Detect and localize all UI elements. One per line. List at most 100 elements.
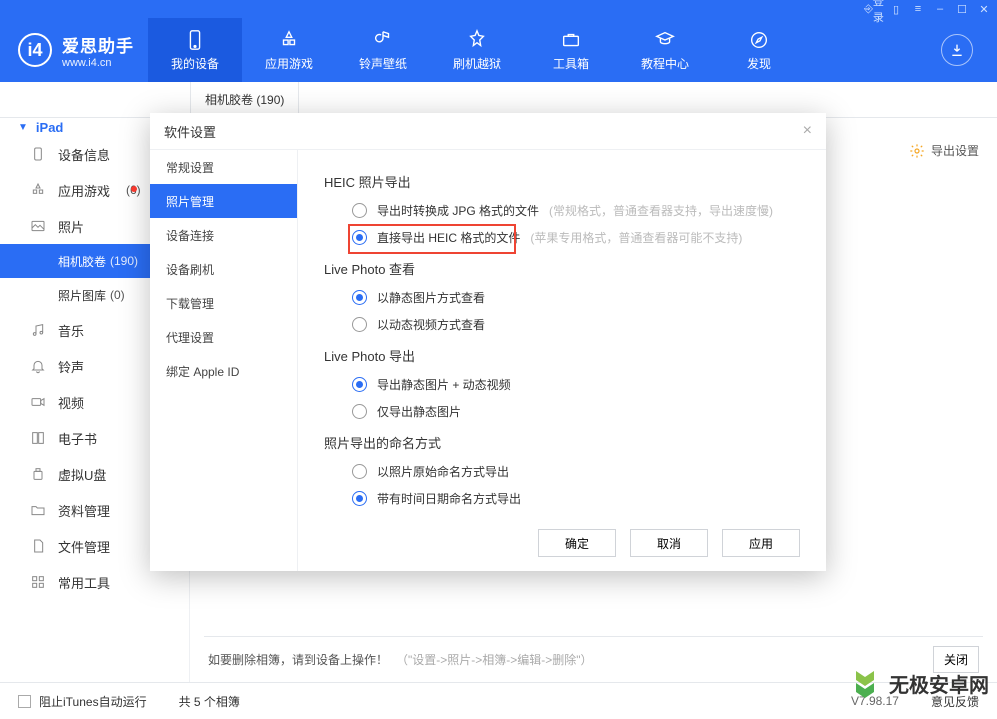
close-window-icon[interactable]: ✕ — [977, 2, 991, 16]
sidebar-item-label: 常用工具 — [58, 573, 110, 592]
option-label: 带有时间日期命名方式导出 — [377, 490, 521, 507]
tab-camera-roll[interactable]: 相机胶卷 (190) — [190, 82, 299, 117]
sidebar-item-label: 视频 — [58, 393, 84, 412]
option-liveexport-both[interactable]: 导出静态图片 + 动态视频 — [324, 371, 800, 398]
nav-device[interactable]: 我的设备 — [148, 18, 242, 82]
album-count: 共 5 个相簿 — [179, 693, 240, 710]
bell-icon — [30, 358, 46, 374]
notification-dot-icon — [131, 186, 137, 192]
modal-sidebar: 常规设置 照片管理 设备连接 设备刷机 下载管理 代理设置 绑定 Apple I… — [150, 150, 298, 571]
login-link[interactable]: ⎆ 登录 — [867, 2, 881, 16]
flash-icon — [466, 29, 488, 51]
cancel-button[interactable]: 取消 — [630, 529, 708, 557]
nav-tutorial[interactable]: 教程中心 — [618, 18, 712, 82]
option-heic-jpg[interactable]: 导出时转换成 JPG 格式的文件 (常规格式，普通查看器支持，导出速度慢) — [324, 197, 800, 224]
nav-label: 教程中心 — [641, 55, 689, 72]
nav-apps[interactable]: 应用游戏 — [242, 18, 336, 82]
export-settings-button[interactable]: 导出设置 — [909, 142, 979, 159]
radio-icon — [352, 464, 367, 479]
radio-icon — [352, 317, 367, 332]
hint-close-button[interactable]: 关闭 — [933, 646, 979, 673]
block-itunes-checkbox[interactable] — [18, 695, 31, 708]
tools-icon — [560, 29, 582, 51]
sidebar-item-label: 设备信息 — [58, 145, 110, 164]
grid-icon — [30, 574, 46, 590]
option-label: 导出时转换成 JPG 格式的文件 — [377, 202, 539, 219]
modal-side-devflash[interactable]: 设备刷机 — [150, 252, 297, 286]
app-header: i4 爱思助手 www.i4.cn 我的设备 应用游戏 铃声壁纸 刷机越狱 工具… — [0, 18, 997, 82]
option-heic-direct[interactable]: 直接导出 HEIC 格式的文件 (苹果专用格式，普通查看器可能不支持) — [324, 224, 800, 251]
nav-ring[interactable]: 铃声壁纸 — [336, 18, 430, 82]
version-label: V7.98.17 — [851, 694, 899, 708]
nav-label: 铃声壁纸 — [359, 55, 407, 72]
minimize-icon[interactable]: – — [933, 2, 947, 16]
info-icon — [30, 146, 46, 162]
download-button[interactable] — [941, 34, 973, 66]
modal-actions: 确定 取消 应用 — [324, 519, 800, 557]
nav-tools[interactable]: 工具箱 — [524, 18, 618, 82]
skin-icon[interactable]: ▯ — [889, 2, 903, 16]
sidebar-item-label: 资料管理 — [58, 501, 110, 520]
sidebar-item-label: 照片 — [58, 217, 84, 236]
modal-close-button[interactable]: × — [803, 122, 812, 140]
option-label: 以动态视频方式查看 — [377, 316, 485, 333]
option-naming-datetime[interactable]: 带有时间日期命名方式导出 — [324, 485, 800, 512]
option-naming-original[interactable]: 以照片原始命名方式导出 — [324, 458, 800, 485]
sidebar-sub-count: (190) — [110, 254, 138, 268]
sidebar-item-label: 音乐 — [58, 321, 84, 340]
export-settings-label: 导出设置 — [931, 142, 979, 159]
photo-icon — [30, 218, 46, 234]
radio-icon — [352, 203, 367, 218]
option-note: (常规格式，普通查看器支持，导出速度慢) — [549, 202, 773, 219]
nav-discover[interactable]: 发现 — [712, 18, 806, 82]
modal-side-general[interactable]: 常规设置 — [150, 150, 297, 184]
music-icon — [30, 322, 46, 338]
gear-icon — [909, 143, 925, 159]
modal-title-text: 软件设置 — [164, 122, 216, 141]
video-icon — [30, 394, 46, 410]
chevron-down-icon: ▼ — [18, 122, 28, 133]
sidebar-item-label: 电子书 — [58, 429, 97, 448]
section-liveexport-title: Live Photo 导出 — [324, 346, 800, 365]
radio-icon — [352, 377, 367, 392]
nav-label: 工具箱 — [553, 55, 589, 72]
discover-icon — [748, 29, 770, 51]
device-icon — [184, 29, 206, 51]
option-label: 导出静态图片 + 动态视频 — [377, 376, 511, 393]
ring-icon — [372, 29, 394, 51]
brand-site: www.i4.cn — [62, 57, 134, 69]
file-icon — [30, 538, 46, 554]
modal-content: HEIC 照片导出 导出时转换成 JPG 格式的文件 (常规格式，普通查看器支持… — [298, 150, 826, 571]
modal-side-download[interactable]: 下载管理 — [150, 286, 297, 320]
menu-icon[interactable]: ≡ — [911, 2, 925, 16]
option-liveview-video[interactable]: 以动态视频方式查看 — [324, 311, 800, 338]
modal-side-photo[interactable]: 照片管理 — [150, 184, 297, 218]
tutorial-icon — [654, 29, 676, 51]
hint-path: （"设置->照片->相簿->编辑->删除"） — [396, 651, 593, 668]
nav-label: 刷机越狱 — [453, 55, 501, 72]
brand: i4 爱思助手 www.i4.cn — [0, 32, 148, 69]
nav-label: 发现 — [747, 55, 771, 72]
option-liveexport-static[interactable]: 仅导出静态图片 — [324, 398, 800, 425]
brand-name: 爱思助手 — [62, 32, 134, 57]
modal-side-proxy[interactable]: 代理设置 — [150, 320, 297, 354]
option-note: (苹果专用格式，普通查看器可能不支持) — [530, 229, 742, 246]
feedback-link[interactable]: 意见反馈 — [931, 693, 979, 710]
apply-button[interactable]: 应用 — [722, 529, 800, 557]
modal-side-appleid[interactable]: 绑定 Apple ID — [150, 354, 297, 388]
ok-button[interactable]: 确定 — [538, 529, 616, 557]
radio-icon — [352, 404, 367, 419]
sidebar-item-label: 虚拟U盘 — [58, 465, 106, 484]
device-name: iPad — [36, 120, 63, 135]
radio-icon — [352, 290, 367, 305]
radio-icon — [352, 230, 367, 245]
block-itunes-label: 阻止iTunes自动运行 — [39, 693, 147, 710]
nav-flash[interactable]: 刷机越狱 — [430, 18, 524, 82]
option-liveview-static[interactable]: 以静态图片方式查看 — [324, 284, 800, 311]
section-liveview-title: Live Photo 查看 — [324, 259, 800, 278]
maximize-icon[interactable]: ☐ — [955, 2, 969, 16]
download-icon — [949, 42, 965, 58]
modal-side-conn[interactable]: 设备连接 — [150, 218, 297, 252]
sidebar-sub-label: 相机胶卷 — [58, 253, 106, 270]
folder-icon — [30, 502, 46, 518]
